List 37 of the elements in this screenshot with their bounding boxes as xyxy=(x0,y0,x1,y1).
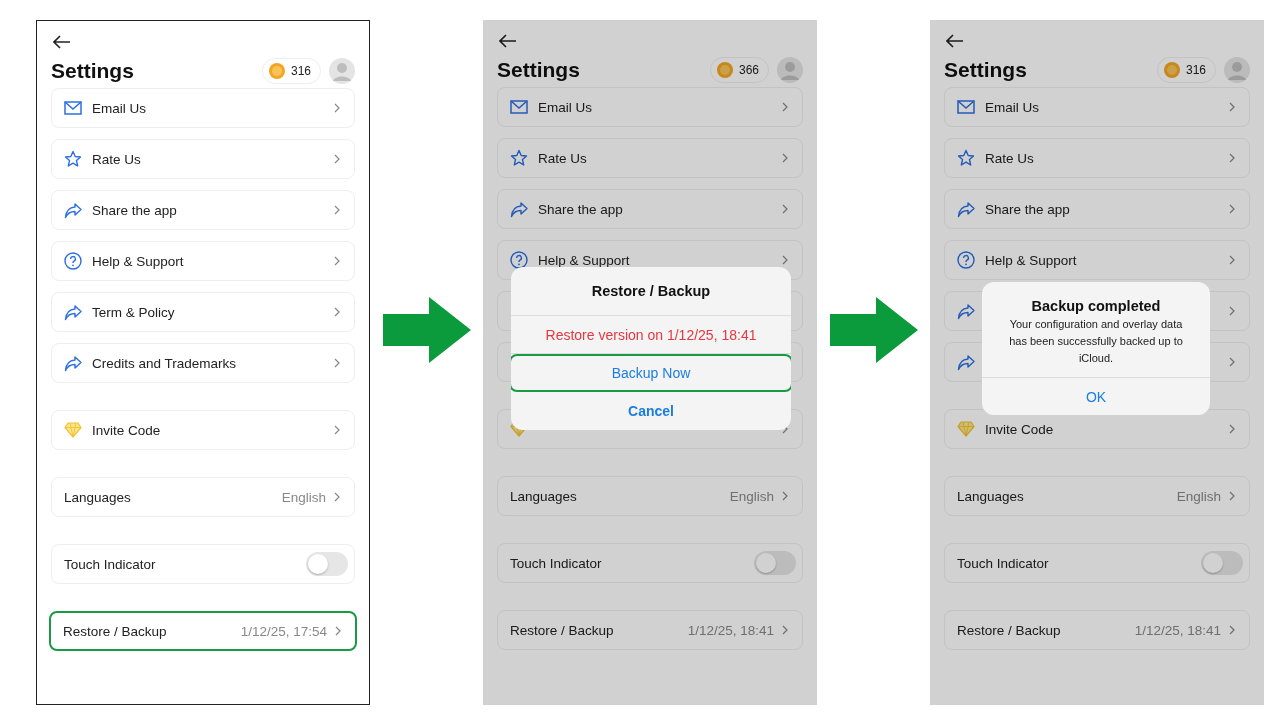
row-label: Email Us xyxy=(985,99,1039,115)
row-label: Share the app xyxy=(985,201,1070,217)
row-label: Email Us xyxy=(92,100,146,116)
row-label: Invite Code xyxy=(985,421,1054,437)
page-title: Settings xyxy=(497,58,580,82)
dialog-message: Your configuration and overlay data has been successfully backed up to iCloud. xyxy=(1008,317,1184,366)
dialog-title: Backup completed xyxy=(1030,297,1162,316)
row-label: Languages xyxy=(64,489,131,505)
row-label: Restore / Backup xyxy=(957,622,1061,638)
row-label: Touch Indicator xyxy=(510,555,602,571)
row-label: Share the app xyxy=(92,202,177,218)
row-label: Touch Indicator xyxy=(64,556,156,572)
row-label: Email Us xyxy=(538,99,592,115)
row-label: Restore / Backup xyxy=(63,623,167,639)
row-label: Invite Code xyxy=(92,422,161,438)
row-label: Share the app xyxy=(538,201,623,217)
page-title: Settings xyxy=(51,59,134,83)
row-label: Languages xyxy=(510,488,577,504)
row-label: Help & Support xyxy=(92,253,184,269)
row-label: Help & Support xyxy=(538,252,630,268)
row-label: Rate Us xyxy=(538,150,587,166)
row-label: Credits and Trademarks xyxy=(92,355,237,371)
row-value: 1/12/25, 18:41 xyxy=(687,622,774,638)
dialog-title: Restore / Backup xyxy=(511,267,791,316)
row-label: Touch Indicator xyxy=(957,555,1049,571)
row-label: Term & Policy xyxy=(92,304,175,320)
row-value: English xyxy=(281,489,326,505)
row-value: English xyxy=(1176,488,1221,504)
row-label: Rate Us xyxy=(92,151,141,167)
page-title: Settings xyxy=(944,58,1027,82)
row-label: Languages xyxy=(957,488,1024,504)
row-value: 1/12/25, 17:54 xyxy=(240,623,327,639)
row-label: Rate Us xyxy=(985,150,1034,166)
row-label: Help & Support xyxy=(985,252,1077,268)
row-value: English xyxy=(729,488,774,504)
row-value: 1/12/25, 18:41 xyxy=(1134,622,1221,638)
row-label: Restore / Backup xyxy=(510,622,614,638)
